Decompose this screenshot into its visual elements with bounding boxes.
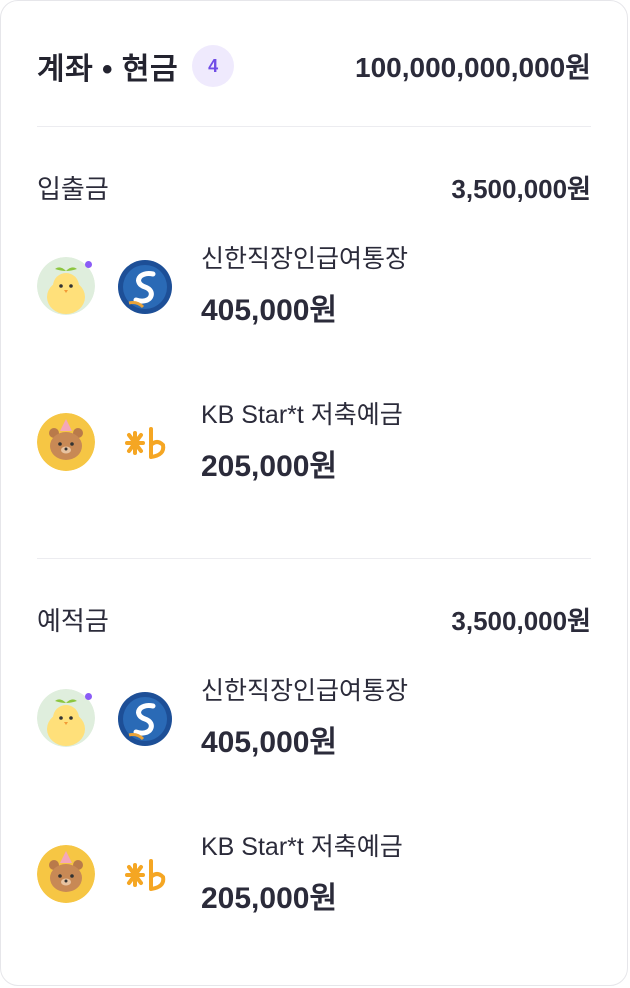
bear-avatar-icon (37, 845, 95, 903)
section-header-savings: 예적금 3,500,000원 (37, 599, 591, 639)
divider (37, 126, 591, 127)
shinhan-logo-icon (117, 691, 173, 747)
card-title: 계좌 • 현금 (37, 53, 179, 86)
account-name: 신한직장인급여통장 (201, 245, 409, 273)
account-amount: 205,000원 (201, 882, 338, 915)
count-badge: 4 (192, 45, 235, 87)
status-dot (85, 261, 92, 268)
status-dot (85, 693, 92, 700)
account-amount: 405,000원 (201, 294, 338, 327)
account-row[interactable]: 신한직장인급여통장 405,000원 (37, 235, 591, 345)
kb-logo-icon (117, 847, 173, 903)
divider (37, 558, 591, 559)
account-row[interactable]: KB Star*t 저축예금 205,000원 (37, 391, 591, 501)
shinhan-logo-icon (117, 259, 173, 315)
account-name: KB Star*t 저축예금 (201, 833, 403, 861)
section-title: 예적금 (37, 605, 109, 636)
grand-total: 100,000,000,000원 (355, 52, 591, 83)
section-total: 3,500,000원 (451, 605, 591, 636)
card-header: 계좌 • 현금 4 100,000,000,000원 (37, 31, 591, 101)
account-row[interactable]: KB Star*t 저축예금 205,000원 (37, 823, 591, 933)
accounts-cash-card: 계좌 • 현금 4 100,000,000,000원 입출금 3,500,000… (0, 0, 628, 986)
account-name: 신한직장인급여통장 (201, 677, 409, 705)
account-amount: 205,000원 (201, 450, 338, 483)
section-total: 3,500,000원 (451, 173, 591, 204)
section-title: 입출금 (37, 173, 109, 204)
kb-logo-icon (117, 415, 173, 471)
section-header-checking: 입출금 3,500,000원 (37, 167, 591, 207)
header-title-group: 계좌 • 현금 4 (37, 44, 235, 88)
bear-avatar-icon (37, 413, 95, 471)
account-row[interactable]: 신한직장인급여통장 405,000원 (37, 667, 591, 777)
account-name: KB Star*t 저축예금 (201, 401, 403, 429)
account-amount: 405,000원 (201, 726, 338, 759)
